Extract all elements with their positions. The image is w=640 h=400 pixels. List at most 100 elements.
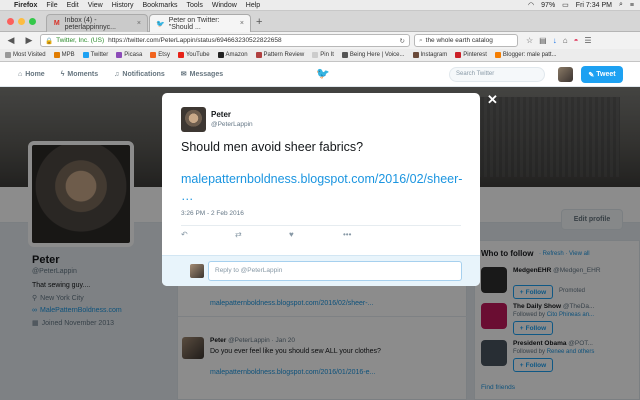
close-icon[interactable]: ✕ (487, 92, 498, 108)
more-options-icon[interactable]: ••• (343, 230, 397, 239)
twitter-search-input[interactable]: Search Twitter (449, 67, 545, 82)
zoom-window-button[interactable] (29, 18, 36, 25)
clock[interactable]: Fri 7:34 PM (576, 2, 612, 9)
tweet-link[interactable]: malepatternboldness.blogspot.com/2016/02… (181, 171, 471, 205)
tweet-text: Should men avoid sheer fabrics? (181, 140, 364, 154)
bookmark-being-here[interactable]: Being Here | Voice... (341, 52, 405, 58)
home-icon[interactable]: ⌂ (563, 36, 568, 45)
amazon-icon (217, 52, 224, 58)
twitter-icon (82, 52, 89, 58)
bookmark-pattern-review[interactable]: Pattern Review (255, 52, 304, 58)
nav-messages[interactable]: ✉ Messages (180, 70, 223, 79)
pinterest-icon (455, 52, 462, 58)
reply-input[interactable]: Reply to @PeterLappin (208, 261, 462, 281)
picasa-icon (116, 52, 123, 58)
tab-gmail[interactable]: M Inbox (4) - peterlappinnyc... × (46, 14, 148, 32)
like-heart-icon[interactable]: ♥ (289, 230, 343, 239)
close-window-button[interactable] (7, 18, 14, 25)
tab-twitter[interactable]: 🐦 Peter on Twitter: "Should ... × (149, 14, 251, 32)
lock-icon: 🔒 (45, 37, 54, 45)
forward-button[interactable]: ▶ (22, 34, 36, 47)
avatar[interactable] (181, 107, 206, 132)
tweet-actions: ↶ ⇄ ♥ ••• (181, 225, 461, 239)
back-button[interactable]: ◀ (4, 34, 18, 47)
retweet-icon[interactable]: ⇄ (235, 230, 289, 239)
pocket-icon[interactable]: ◓ (574, 36, 579, 45)
youtube-icon (177, 52, 184, 58)
menu-bookmarks[interactable]: Bookmarks (143, 2, 178, 9)
url-text: https://twitter.com/PeterLappin/status/6… (108, 37, 282, 44)
avatar[interactable] (558, 67, 573, 82)
bookmark-picasa[interactable]: Picasa (116, 52, 142, 58)
bookmark-etsy[interactable]: Etsy (150, 52, 170, 58)
downloads-icon[interactable]: ↓ (553, 36, 557, 45)
pin-icon (312, 52, 319, 58)
home-icon: ⌂ (18, 70, 23, 78)
bookmark-twitter[interactable]: Twitter (82, 52, 108, 58)
nav-notifications[interactable]: ♫ Notifications (114, 71, 165, 78)
wifi-icon[interactable]: ◠ (528, 1, 534, 9)
menu-file[interactable]: File (46, 2, 57, 9)
instagram-icon (412, 52, 419, 58)
battery-icon: ▭ (562, 2, 569, 9)
reload-icon[interactable]: ↻ (400, 37, 405, 45)
envelope-icon: ✉ (180, 71, 187, 78)
tweet-button[interactable]: ✎ Tweet (581, 66, 623, 83)
page-icon (341, 52, 348, 58)
compose-icon: ✎ (588, 71, 595, 79)
menu-history[interactable]: History (112, 2, 134, 9)
bookmark-youtube[interactable]: YouTube (177, 52, 210, 58)
bookmark-instagram[interactable]: Instagram (412, 52, 447, 58)
folder-icon (5, 52, 11, 58)
reply-icon[interactable]: ↶ (181, 230, 235, 239)
nav-home[interactable]: ⌂ Home (18, 71, 45, 78)
search-bar[interactable]: ⌕ the whole earth catalog (414, 34, 518, 47)
hamburger-menu-icon[interactable]: ☰ (584, 36, 591, 45)
reply-area: Reply to @PeterLappin (162, 255, 480, 286)
pattern-review-icon (255, 52, 262, 58)
bookmark-pinterest[interactable]: Pinterest (455, 52, 487, 58)
bookmark-pin-it[interactable]: Pin It (312, 52, 334, 58)
tweet-permalink-modal: Peter @PeterLappin Should men avoid shee… (162, 93, 480, 286)
menu-view[interactable]: View (88, 2, 103, 9)
tweet-author-handle[interactable]: @PeterLappin (211, 121, 253, 128)
twitter-header: ⌂ Home ϟ Moments ♫ Notifications ✉ Messages … (0, 62, 640, 87)
reading-list-icon[interactable]: ▤ (539, 36, 547, 45)
menu-app-firefox[interactable]: Firefox (14, 2, 37, 9)
tweet-author-name[interactable]: Peter (211, 110, 231, 119)
bookmark-star-icon[interactable]: ☆ (526, 36, 533, 45)
bookmarks-bar: Most Visited MPB Twitter Picasa Etsy You… (0, 49, 640, 62)
battery-level[interactable]: 97% (541, 2, 555, 9)
gmail-icon: M (53, 20, 60, 27)
twitter-bird-logo[interactable]: 🐦 (316, 67, 330, 80)
url-bar[interactable]: 🔒 Twitter, Inc. (US) https://twitter.com… (40, 34, 410, 47)
browser-tab-strip: M Inbox (4) - peterlappinnyc... × 🐦 Pete… (0, 11, 640, 32)
browser-navbar: ◀ ▶ 🔒 Twitter, Inc. (US) https://twitter… (0, 32, 640, 49)
spotlight-icon[interactable]: ⌕ (619, 1, 623, 9)
tab-title: Peter on Twitter: "Should ... (168, 16, 220, 31)
bookmark-blogger[interactable]: Blogger: male patt... (494, 52, 557, 58)
nav-moments[interactable]: ϟ Moments (61, 71, 98, 78)
menu-help[interactable]: Help (246, 2, 260, 9)
close-tab-icon[interactable]: × (137, 20, 141, 27)
menu-edit[interactable]: Edit (67, 2, 79, 9)
minimize-window-button[interactable] (18, 18, 25, 25)
bookmark-most-visited[interactable]: Most Visited (5, 52, 46, 58)
etsy-icon (150, 52, 157, 58)
window-controls (7, 18, 36, 25)
tweet-timestamp[interactable]: 3:26 PM - 2 Feb 2016 (181, 210, 244, 217)
search-value: the whole earth catalog (425, 37, 493, 44)
notification-center-icon[interactable]: ≡ (630, 2, 634, 9)
bookmark-amazon[interactable]: Amazon (217, 52, 248, 58)
menu-tools[interactable]: Tools (187, 2, 203, 9)
blogger-icon (53, 52, 60, 58)
bell-icon: ♫ (114, 70, 120, 78)
blogger-icon (494, 52, 501, 58)
os-menubar: Firefox File Edit View History Bookmarks… (0, 0, 640, 11)
new-tab-button[interactable]: + (256, 16, 262, 28)
twitter-icon: 🐦 (156, 20, 165, 28)
bookmark-mpb[interactable]: MPB (53, 52, 75, 58)
close-tab-icon[interactable]: × (240, 20, 244, 27)
search-icon: ⌕ (419, 36, 423, 44)
menu-window[interactable]: Window (212, 2, 237, 9)
